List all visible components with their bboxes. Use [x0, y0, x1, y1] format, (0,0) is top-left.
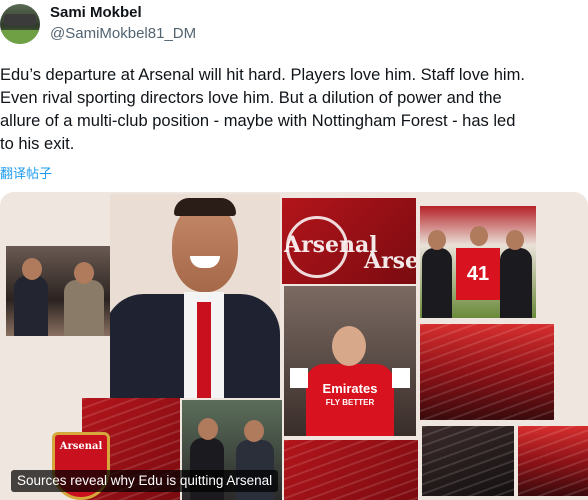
jersey-sleeve	[290, 368, 308, 388]
crowd-face	[74, 262, 94, 284]
jersey-sponsor-line: FLY BETTER	[325, 398, 375, 407]
collage-stadium-tile	[420, 324, 554, 420]
arsenal-board-tile: Arsenal Arsen	[282, 198, 416, 284]
arsenal-word-2: Arsen	[364, 248, 416, 274]
crowd-person	[14, 276, 48, 336]
crowd-person	[64, 280, 104, 336]
signing-photo: 41	[420, 206, 536, 318]
collage-red-tile	[284, 440, 418, 500]
seats-pattern	[420, 324, 554, 420]
signing-shirt: 41	[456, 248, 500, 300]
avatar-stand-shape	[4, 14, 36, 26]
tweet-media-image[interactable]: Arsenal Arsen Emirates FLY BETTER 41	[0, 192, 588, 500]
media-caption: Sources reveal why Edu is quitting Arsen…	[11, 470, 279, 492]
jersey-sleeve	[392, 368, 410, 388]
tweet-line: Even rival sporting directors love him. …	[0, 89, 502, 107]
arsenal-crest-text: Arsenal	[59, 441, 103, 452]
author-name[interactable]: Sami Mokbel	[50, 4, 142, 21]
collage-crowd-photo	[6, 246, 116, 336]
jersey-sponsor: Emirates FLY BETTER	[310, 382, 390, 410]
tweet-line: to his exit.	[0, 135, 75, 153]
edu-portrait	[110, 194, 280, 398]
author-avatar[interactable]	[0, 4, 40, 44]
seats-pattern	[284, 440, 418, 500]
seats-pattern	[422, 426, 514, 496]
seats-pattern	[518, 426, 588, 496]
signing-person	[500, 248, 532, 318]
signing-face	[428, 230, 446, 250]
group-face	[198, 418, 218, 440]
group-face	[244, 420, 264, 442]
signing-face	[470, 226, 488, 246]
avatar-grass-shape	[0, 30, 40, 44]
author-handle[interactable]: @SamiMokbel81_DM	[50, 25, 196, 42]
odegaard-photo: Emirates FLY BETTER	[284, 286, 416, 436]
edu-hair	[174, 198, 236, 216]
tweet-text: Edu’s departure at Arsenal will hit hard…	[0, 64, 588, 156]
collage-stadium-tile	[422, 426, 514, 496]
tweet-line: Edu’s departure at Arsenal will hit hard…	[0, 66, 525, 84]
edu-tie	[197, 302, 211, 398]
tweet-line: allure of a multi-club position - maybe …	[0, 112, 516, 130]
signing-person	[422, 248, 452, 318]
tweet-header: Sami Mokbel @SamiMokbel81_DM	[0, 0, 588, 56]
crowd-face	[22, 258, 42, 280]
signing-face	[506, 230, 524, 250]
jersey-sponsor-line: Emirates	[322, 381, 378, 396]
odegaard-face	[332, 326, 366, 366]
collage-stadium-tile	[518, 426, 588, 496]
translate-post-link[interactable]: 翻译帖子	[0, 163, 52, 182]
